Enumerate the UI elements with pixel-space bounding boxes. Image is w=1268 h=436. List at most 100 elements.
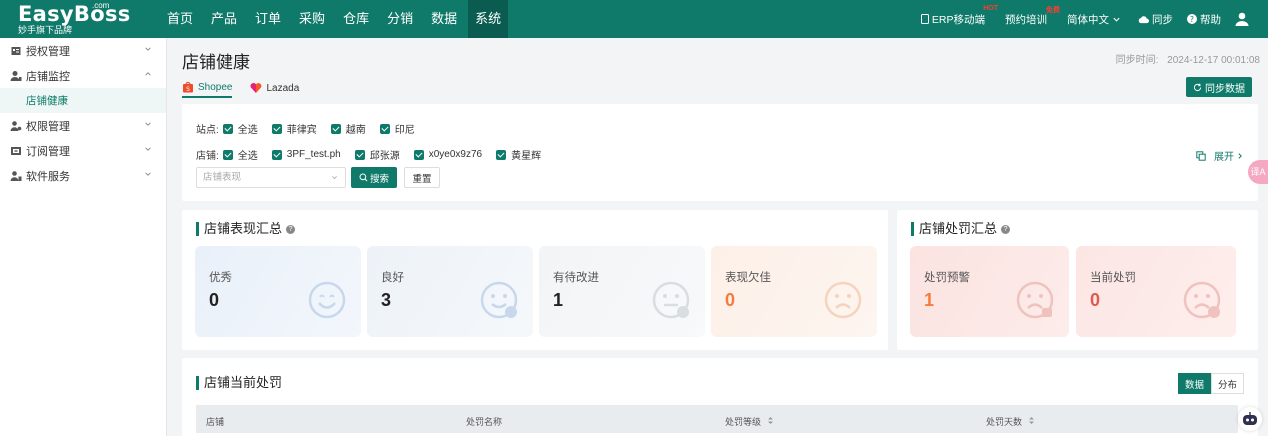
chevron-down-icon <box>332 176 337 180</box>
store-checkbox-4[interactable]: 黄星辉 <box>496 147 541 162</box>
nav-purchase[interactable]: 采购 <box>292 0 332 38</box>
card-penalty-warning[interactable]: 处罚预警 1 <box>910 246 1069 337</box>
column-penalty-days[interactable]: 处罚天数 <box>986 415 1035 428</box>
language-label: 简体中文 <box>1067 13 1109 26</box>
sync-data-button[interactable]: 同步数据 <box>1186 77 1252 97</box>
store-checkbox-3[interactable]: x0ye0x9z76 <box>413 149 483 160</box>
happy-face-icon <box>308 281 346 319</box>
sync-data-label: 同步数据 <box>1205 83 1245 95</box>
sidebar-item-permission[interactable]: 权限管理 <box>0 113 166 138</box>
training-label: 预约培训 <box>1005 13 1047 26</box>
sync-time-value: 2024-12-17 00:01:08 <box>1167 55 1260 66</box>
sync-time-label: 同步时间: <box>1115 55 1159 66</box>
store-checkbox-2[interactable]: 邱张源 <box>354 147 400 162</box>
card-value: 1 <box>553 290 564 310</box>
checkbox-label: 邱张源 <box>369 151 400 162</box>
column-penalty-level[interactable]: 处罚等级 <box>725 415 774 428</box>
chevron-down-icon <box>145 147 151 151</box>
sidebar-item-shop-health[interactable]: 店铺健康 <box>0 88 166 113</box>
sync-link[interactable]: 同步 <box>1138 12 1173 27</box>
site-checkbox-vn[interactable]: 越南 <box>330 121 366 136</box>
table-header: 店铺 处罚名称 处罚等级 处罚天数 <box>196 405 1238 433</box>
subscription-icon <box>11 146 21 155</box>
card-poor[interactable]: 表现欠佳 0 <box>711 246 877 337</box>
page-title: 店铺健康 <box>182 53 250 72</box>
nav-products[interactable]: 产品 <box>204 0 244 38</box>
translate-float-button[interactable]: 译A <box>1248 160 1268 184</box>
software-icon <box>10 170 22 181</box>
performance-select[interactable]: 店铺表现 <box>196 167 346 188</box>
sidebar-item-software[interactable]: 软件服务 <box>0 163 166 188</box>
chevron-up-icon <box>145 72 151 76</box>
tab-shopee[interactable]: S Shopee <box>182 78 233 98</box>
penalty-face-icon <box>1183 281 1221 319</box>
svg-text:S: S <box>186 86 190 93</box>
card-label: 有待改进 <box>553 272 599 284</box>
search-icon <box>359 173 368 182</box>
user-avatar[interactable] <box>1235 12 1252 26</box>
sidebar-item-label: 授权管理 <box>26 45 70 58</box>
brand-com: .com <box>92 1 110 10</box>
site-checkbox-id[interactable]: 印尼 <box>379 121 415 136</box>
panel-title-text: 店铺表现汇总 <box>204 221 283 236</box>
card-excellent[interactable]: 优秀 0 <box>195 246 361 337</box>
expand-button[interactable]: 展开 <box>1196 148 1244 163</box>
help-link[interactable]: ? 帮助 <box>1187 12 1221 27</box>
svg-text:?: ? <box>1190 15 1194 24</box>
chevron-down-icon <box>145 122 151 126</box>
brand-logo[interactable]: EasyBoss .com 妙手旗下品牌 <box>18 1 130 37</box>
chevron-down-icon <box>1113 17 1120 22</box>
help-icon[interactable]: ? <box>1001 224 1011 234</box>
erp-mobile-link[interactable]: ERP移动端 HOT <box>920 5 998 27</box>
free-badge: 免费 <box>1046 6 1060 14</box>
sidebar-item-label: 店铺监控 <box>26 70 70 83</box>
checkbox-label: 菲律宾 <box>286 125 317 136</box>
store-checkbox-all[interactable]: 全选 <box>222 147 258 162</box>
nav-warehouse[interactable]: 仓库 <box>336 0 376 38</box>
card-good[interactable]: 良好 3 <box>367 246 533 337</box>
nav-system[interactable]: 系统 <box>468 0 509 38</box>
nav-data[interactable]: 数据 <box>424 0 464 38</box>
sync-label: 同步 <box>1152 13 1173 26</box>
sidebar-item-label: 软件服务 <box>26 170 70 183</box>
site-checkbox-all[interactable]: 全选 <box>222 121 258 136</box>
sad-face-icon <box>824 281 862 319</box>
language-select[interactable]: 简体中文 <box>1067 12 1124 27</box>
refresh-icon <box>1193 83 1202 91</box>
auth-icon <box>11 46 21 55</box>
nav-home[interactable]: 首页 <box>160 0 200 38</box>
reset-button[interactable]: 重置 <box>404 167 440 188</box>
sidebar-item-label: 店铺健康 <box>26 95 68 107</box>
help-icon: ? <box>1187 14 1197 24</box>
card-value: 3 <box>381 290 392 310</box>
help-icon[interactable]: ? <box>286 224 296 234</box>
robot-icon <box>1243 412 1257 425</box>
switch-distribution[interactable]: 分布 <box>1211 373 1244 394</box>
column-label: 处罚天数 <box>986 417 1023 427</box>
penalty-panel: 店铺处罚汇总 ? 处罚预警 1 当前处罚 0 <box>897 210 1258 350</box>
assistant-bot-button[interactable] <box>1238 407 1262 431</box>
site-checkbox-ph[interactable]: 菲律宾 <box>271 121 317 136</box>
chevron-right-icon <box>1238 152 1242 159</box>
nav-orders[interactable]: 订单 <box>248 0 288 38</box>
checkbox-label: x0ye0x9z76 <box>428 149 483 160</box>
switch-data[interactable]: 数据 <box>1178 373 1211 394</box>
training-link[interactable]: 预约培训 免费 <box>1005 7 1060 27</box>
nav-distribution[interactable]: 分销 <box>380 0 420 38</box>
filter-panel: 站点: 全选 菲律宾 越南 印尼 店铺: 全选 3PF_test.ph 邱张源 … <box>182 104 1258 201</box>
smile-face-icon <box>480 281 518 319</box>
store-checkbox-1[interactable]: 3PF_test.ph <box>271 149 341 160</box>
current-penalty-panel: 店铺当前处罚 数据 分布 店铺 处罚名称 处罚等级 处罚天数 <box>182 358 1258 436</box>
sidebar-item-shop-monitor[interactable]: 店铺监控 <box>0 63 166 88</box>
tab-lazada[interactable]: Lazada <box>250 78 299 98</box>
help-label: 帮助 <box>1200 13 1221 26</box>
lazada-icon <box>251 83 262 93</box>
top-navbar: EasyBoss .com 妙手旗下品牌 首页 产品 订单 采购 仓库 分销 数… <box>0 0 1268 38</box>
sidebar-item-auth[interactable]: 授权管理 <box>0 38 166 63</box>
platform-tabs: S Shopee Lazada <box>182 78 317 100</box>
search-button[interactable]: 搜索 <box>351 167 397 188</box>
card-needs-improvement[interactable]: 有待改进 1 <box>539 246 705 337</box>
card-current-penalty[interactable]: 当前处罚 0 <box>1076 246 1236 337</box>
sidebar-item-subscription[interactable]: 订阅管理 <box>0 138 166 163</box>
erp-mobile-label: ERP移动端 <box>931 13 985 26</box>
